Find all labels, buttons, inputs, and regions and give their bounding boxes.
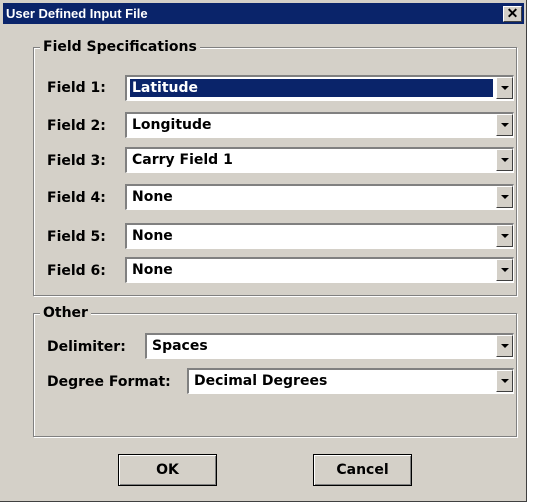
delimiter-label: Delimiter:: [47, 339, 126, 355]
chevron-down-icon[interactable]: [496, 259, 513, 281]
cancel-button[interactable]: Cancel: [313, 454, 412, 486]
field-1-label: Field 1:: [47, 80, 106, 96]
field-1-select[interactable]: Latitude: [125, 75, 514, 101]
close-button[interactable]: ✕: [503, 5, 522, 22]
chevron-down-icon[interactable]: [496, 114, 513, 136]
chevron-down-icon[interactable]: [496, 77, 513, 99]
field-6-value: None: [132, 262, 173, 278]
field-6-select[interactable]: None: [125, 257, 514, 283]
chevron-down-icon[interactable]: [496, 186, 513, 208]
title-bar[interactable]: User Defined Input File ✕: [3, 3, 524, 24]
field-5-label: Field 5:: [47, 229, 106, 245]
field-2-select[interactable]: Longitude: [125, 112, 514, 138]
field-3-select[interactable]: Carry Field 1: [125, 147, 514, 173]
close-icon: ✕: [506, 5, 519, 21]
window-title: User Defined Input File: [6, 6, 148, 21]
field-5-value: None: [132, 228, 173, 244]
chevron-down-icon[interactable]: [496, 149, 513, 171]
chevron-down-icon[interactable]: [496, 335, 513, 357]
field-2-value: Longitude: [132, 117, 212, 133]
field-5-select[interactable]: None: [125, 223, 514, 249]
field-4-value: None: [132, 189, 173, 205]
field-2-label: Field 2:: [47, 118, 106, 134]
degree-format-label: Degree Format:: [47, 374, 171, 390]
field-specifications-label: Field Specifications: [40, 38, 200, 56]
other-label: Other: [40, 304, 91, 322]
ok-button[interactable]: OK: [118, 454, 217, 486]
dialog-window: User Defined Input File ✕ Field Specific…: [0, 0, 527, 502]
field-3-value: Carry Field 1: [132, 152, 233, 168]
field-4-select[interactable]: None: [125, 184, 514, 210]
field-6-label: Field 6:: [47, 263, 106, 279]
degree-format-value: Decimal Degrees: [194, 373, 328, 389]
field-4-label: Field 4:: [47, 190, 106, 206]
field-3-label: Field 3:: [47, 153, 106, 169]
degree-format-select[interactable]: Decimal Degrees: [187, 368, 514, 394]
chevron-down-icon[interactable]: [496, 370, 513, 392]
delimiter-select[interactable]: Spaces: [145, 333, 514, 359]
chevron-down-icon[interactable]: [496, 225, 513, 247]
delimiter-value: Spaces: [152, 338, 208, 354]
field-1-value: Latitude: [130, 79, 493, 97]
